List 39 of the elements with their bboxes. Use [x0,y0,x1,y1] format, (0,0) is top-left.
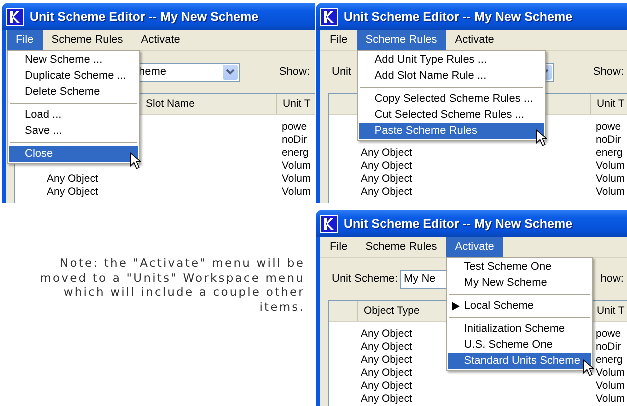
table-cell: Any Object [361,367,412,379]
table-cell: Any Object [361,354,412,366]
table-cell: Any Object [361,393,412,405]
table-cell: energ [596,354,623,366]
table-cell: Any Object [361,380,412,392]
table-cell: Any Object [361,328,412,340]
table-cell: noDir [282,134,308,146]
window-title: Unit Scheme Editor -- My New Scheme [30,10,259,24]
table-cell: energ [596,147,623,159]
scheme-label: Unit [332,66,352,78]
window-title: Unit Scheme Editor -- My New Scheme [344,216,573,230]
table-cell: Volum [282,186,312,198]
table-cell: powe [282,121,308,133]
table-cell: Any Object [361,173,412,185]
table-cell: Volum [596,367,626,379]
table-cell: powe [596,121,622,133]
table-cell: Volum [596,186,626,198]
note-text: Note: the "Activate" menu will be moved to a "Units" Workspace menu which will include a couple other items. [39,256,305,314]
table-cell: Volum [282,173,312,185]
table-cell: Any Object [361,160,412,172]
table-cell: Volum [282,160,312,172]
show-label: Show: [278,66,310,78]
scheme-label: Unit Scheme: [332,273,398,285]
table-cell: Volum [596,393,626,405]
table-cell: noDir [596,134,622,146]
table-cell: powe [596,328,622,340]
table-cell: Any Object [361,147,412,159]
show-label: how: [600,273,624,285]
table-cell: Volum [596,160,626,172]
window-title: Unit Scheme Editor -- My New Scheme [344,10,573,24]
table-cell: noDir [596,341,622,353]
table-cell: energ [282,147,309,159]
table-cell: Any Object [47,186,98,198]
table-cell: Any Object [47,173,98,185]
table-cell: Volum [596,173,626,185]
table-cell: Volum [596,380,626,392]
table-cell: Any Object [361,341,412,353]
table-cell: Any Object [361,186,412,198]
show-label: Show: [592,66,624,78]
